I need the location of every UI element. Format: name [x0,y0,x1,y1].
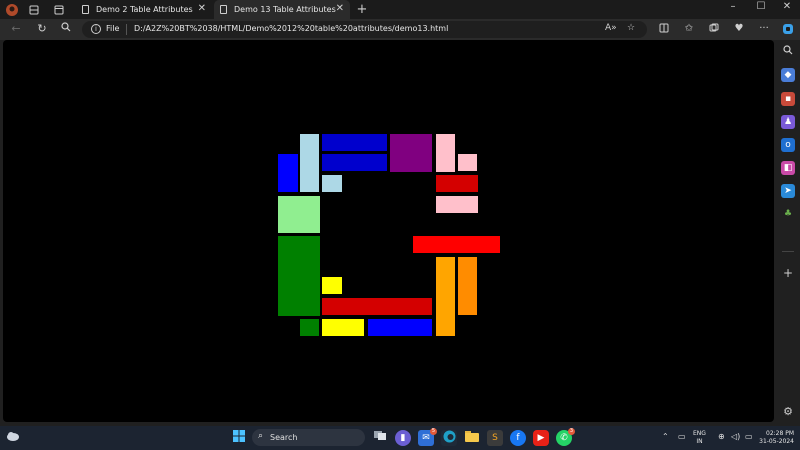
pink-tall-rect [436,134,455,172]
red-wide-rect [413,236,500,253]
blue-top-rect [322,134,387,151]
more-icon[interactable]: ··· [756,23,772,34]
back-icon[interactable]: ← [8,22,24,35]
shopping-tag-icon[interactable]: ◆ [781,68,795,82]
red-small-rect [436,175,478,192]
add-icon[interactable]: + [781,266,795,280]
browser-essentials-icon[interactable]: ♥ [731,23,747,34]
mail-badge: 5 [430,428,437,435]
search-icon[interactable] [781,45,795,59]
sublime-text-icon[interactable]: S [487,430,503,446]
lightblue-small-rect [322,175,342,192]
pink-wide-rect [436,196,478,213]
scheme-label: File [106,24,120,33]
copilot-icon[interactable] [780,23,796,38]
close-tab-icon[interactable]: ✕ [336,3,344,14]
blue-top-rect [322,154,387,171]
tab-demo-13[interactable]: Demo 13 Table Attributes ✕ [214,0,350,19]
outlook-icon[interactable]: o [781,138,795,152]
minimize-icon[interactable]: – [722,1,744,12]
keyboard-icon[interactable]: ▭ [678,432,686,441]
info-icon[interactable]: i [91,24,101,34]
taskbar-search[interactable]: ⌕ Search [252,429,365,446]
search-icon: ⌕ [258,431,264,441]
new-tab-icon[interactable]: + [354,2,370,17]
lightblue-top-rect [300,134,319,192]
blue-left-rect [278,154,298,192]
tab-actions-icon[interactable] [51,2,67,17]
time: 02:28 PM [766,430,794,437]
tab-bar: Demo 2 Table Attributes ✕ Demo 13 Table … [0,0,800,19]
url-text[interactable]: D:/A2Z%20BT%2038/HTML/Demo%2012%20table%… [134,24,448,33]
teams-icon[interactable]: ▮ [395,430,411,446]
navigation-bar: ← ↻ i File D:/A2Z%20BT%2038/HTML/Demo%20… [0,19,800,40]
tools-briefcase-icon[interactable]: ▪ [781,92,795,106]
orange-dark-rect [458,257,477,315]
start-icon[interactable] [231,430,247,446]
edge-icon[interactable] [441,430,457,446]
whatsapp-badge: 3 [568,428,575,435]
lightgreen-rect [278,196,320,233]
whatsapp-icon[interactable]: ✆ 3 [556,428,575,446]
collections-icon[interactable] [706,23,722,36]
date: 31-05-2024 [759,438,794,445]
edge-sidebar: ◆ ▪ ♟ o ◧ ➤ ♣ + ⚙ [776,40,800,426]
search-icon[interactable] [58,22,74,35]
workspaces-icon[interactable] [26,2,42,17]
divider [782,251,794,252]
network-icon[interactable]: ⊕ [718,432,725,441]
search-label: Search [270,433,298,442]
blue-bottom-rect [368,319,432,336]
clock[interactable]: 02:28 PM 31-05-2024 [754,430,794,446]
divider [126,24,127,35]
favorites-icon[interactable]: ✩ [681,23,697,34]
refresh-icon[interactable]: ↻ [34,22,50,35]
address-bar[interactable]: i File D:/A2Z%20BT%2038/HTML/Demo%2012%2… [82,21,647,38]
file-explorer-icon[interactable] [464,430,480,446]
pink-small-rect [458,154,477,171]
weather-icon[interactable] [5,430,21,446]
read-aloud-icon[interactable]: A» [605,23,617,33]
page-icon [220,5,227,14]
red-bottom-rect [322,298,432,315]
green-small-rect [300,319,319,336]
mail-icon[interactable]: ✉ 5 [418,428,437,446]
profile-icon[interactable] [4,2,20,17]
language-indicator[interactable]: ENG IN [693,430,706,446]
tab-title: Demo 2 Table Attributes [96,5,193,14]
youtube-icon[interactable]: ▶ [533,430,549,446]
task-view-icon[interactable] [372,430,388,446]
close-window-icon[interactable]: ✕ [776,1,798,12]
send-icon[interactable]: ➤ [781,184,795,198]
purple-rect [390,134,432,172]
office-icon[interactable]: ◧ [781,161,795,175]
page-viewport [3,40,774,422]
orange-rect [436,257,455,336]
facebook-icon[interactable]: f [510,430,526,446]
tab-demo-2[interactable]: Demo 2 Table Attributes ✕ [76,0,212,19]
settings-icon[interactable]: ⚙ [781,405,795,419]
favorite-star-icon[interactable]: ☆ [627,23,635,33]
battery-icon[interactable]: ▭ [745,432,753,441]
volume-icon[interactable]: ◁) [731,432,740,441]
maximize-icon[interactable]: ☐ [750,1,772,12]
games-icon[interactable]: ♟ [781,115,795,129]
show-hidden-icons-icon[interactable]: ⌃ [662,432,669,441]
tab-title: Demo 13 Table Attributes [234,5,336,14]
yellow-bottom-rect [322,319,364,336]
language-code: ENG [693,430,706,437]
close-tab-icon[interactable]: ✕ [198,3,206,14]
tree-icon[interactable]: ♣ [781,207,795,221]
windows-taskbar: ⌕ Search ▮ ✉ 5 S f ▶ ✆ 3 ⌃ ▭ ENG IN ⊕ ◁) ▭… [0,426,800,450]
split-screen-icon[interactable] [656,23,672,36]
page-icon [82,5,89,14]
yellow-small-rect [322,277,342,294]
green-tall-rect [278,236,320,316]
language-region: IN [696,438,703,445]
